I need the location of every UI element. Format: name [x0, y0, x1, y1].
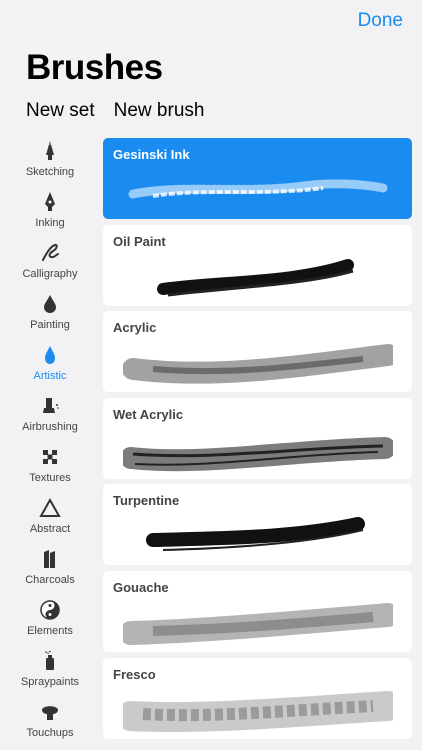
- done-button[interactable]: Done: [358, 10, 403, 32]
- brush-category-sidebar: Sketching Inking Calligraphy Painting Ar…: [0, 138, 100, 750]
- page-title: Brushes: [26, 48, 163, 87]
- category-painting[interactable]: Painting: [0, 291, 100, 342]
- category-elements[interactable]: Elements: [0, 597, 100, 648]
- spray-can-icon: [45, 650, 54, 670]
- category-label: Artistic: [33, 370, 67, 382]
- category-label: Spraypaints: [20, 676, 80, 688]
- brush-name: Gesinski Ink: [113, 147, 190, 162]
- brush-stroke-preview: [128, 179, 388, 199]
- yin-yang-icon: [40, 600, 60, 620]
- category-textures[interactable]: Textures: [0, 444, 100, 495]
- brush-card-acrylic[interactable]: Acrylic: [103, 311, 412, 393]
- touchup-icon: [42, 706, 58, 720]
- pencil-tip-icon: [46, 141, 54, 160]
- triangle-icon: [39, 497, 61, 517]
- brush-card-fresco[interactable]: Fresco: [103, 657, 412, 739]
- brush-name: Wet Acrylic: [113, 406, 184, 422]
- category-abstract[interactable]: Abstract: [0, 495, 100, 546]
- brush-list: Gesinski Ink Oil Paint Acrylic Wet Acryl…: [103, 138, 412, 744]
- brush-card-turpentine[interactable]: Turpentine: [103, 484, 412, 566]
- category-spraypaints[interactable]: Spraypaints: [0, 648, 100, 699]
- brush-stroke-preview: [123, 344, 393, 384]
- brush-stroke-preview: [123, 690, 393, 732]
- brush-card-oil-paint[interactable]: Oil Paint: [103, 224, 412, 306]
- category-label: Touchups: [26, 727, 74, 739]
- calligraphy-icon: [42, 243, 59, 261]
- airbrush-icon: [43, 398, 59, 413]
- brush-stroke-preview: [123, 436, 393, 472]
- brush-card-gesinski-ink[interactable]: Gesinski Ink: [103, 138, 412, 219]
- new-brush-button[interactable]: New brush: [114, 100, 205, 122]
- category-label: Sketching: [25, 166, 75, 178]
- category-airbrushing[interactable]: Airbrushing: [0, 393, 100, 444]
- category-charcoals[interactable]: Charcoals: [0, 546, 100, 597]
- category-label: Painting: [30, 319, 70, 331]
- brush-card-wet-acrylic[interactable]: Wet Acrylic: [103, 397, 412, 479]
- paint-drop-icon: [44, 295, 56, 313]
- category-label: Calligraphy: [22, 268, 78, 280]
- category-artistic[interactable]: Artistic: [0, 342, 100, 393]
- category-inking[interactable]: Inking: [0, 189, 100, 240]
- brush-name: Oil Paint: [113, 233, 166, 249]
- category-label: Textures: [29, 472, 71, 484]
- brush-name: Gouache: [113, 579, 169, 595]
- category-label: Charcoals: [25, 574, 75, 586]
- artistic-drop-icon: [45, 346, 55, 364]
- pen-nib-icon: [45, 192, 55, 211]
- new-set-button[interactable]: New set: [26, 100, 95, 122]
- category-label: Abstract: [29, 523, 71, 535]
- brush-actions: New set New brush: [26, 100, 204, 122]
- checker-icon: [43, 450, 57, 464]
- category-touchups[interactable]: Touchups: [0, 699, 100, 750]
- category-calligraphy[interactable]: Calligraphy: [0, 240, 100, 291]
- category-sketching[interactable]: Sketching: [0, 138, 100, 189]
- brush-card-gouache[interactable]: Gouache: [103, 570, 412, 652]
- charcoal-icon: [44, 550, 55, 568]
- category-label: Airbrushing: [22, 421, 78, 433]
- brush-stroke-preview: [123, 602, 393, 645]
- category-label: Inking: [35, 217, 65, 229]
- category-label: Elements: [27, 625, 73, 637]
- brush-name: Turpentine: [113, 493, 180, 509]
- brush-name: Fresco: [113, 666, 156, 682]
- brush-stroke-preview: [157, 258, 354, 297]
- brush-name: Acrylic: [113, 320, 157, 336]
- brush-stroke-preview: [146, 517, 365, 552]
